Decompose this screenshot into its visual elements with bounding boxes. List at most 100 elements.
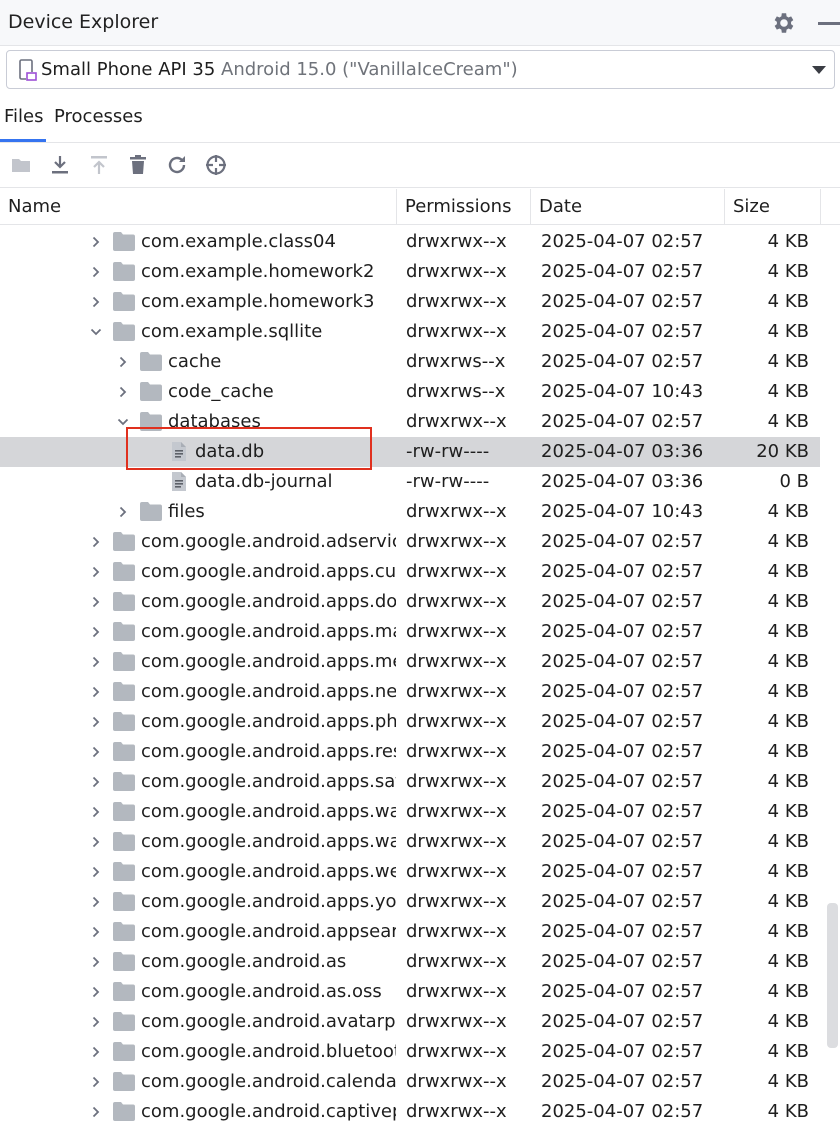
folder-row[interactable]: com.google.android.as.oss drwxrwx--x 2025-… <box>0 977 820 1007</box>
folder-icon <box>113 772 135 791</box>
file-row[interactable]: data.db-journal -rw-rw---- 2025-04-07 03:3… <box>0 467 820 497</box>
folder-row[interactable]: com.google.android.apps.safetyhub drwxrwx… <box>0 767 820 797</box>
upload-icon[interactable] <box>87 153 111 177</box>
folder-icon <box>113 892 135 911</box>
date-cell: 2025-04-07 02:57 <box>541 291 704 312</box>
file-name: data.db <box>195 441 265 462</box>
chevron-right-icon[interactable] <box>90 716 102 728</box>
folder-row[interactable]: com.google.android.apps.wellbeing drwxrwx… <box>0 857 820 887</box>
folder-row[interactable]: code_cache drwxrws--x 2025-04-07 10:43 4 KB <box>0 377 820 407</box>
chevron-right-icon[interactable] <box>90 986 102 998</box>
chevron-right-icon[interactable] <box>90 746 102 758</box>
size-cell: 4 KB <box>767 741 809 762</box>
chevron-right-icon[interactable] <box>90 686 102 698</box>
chevron-right-icon[interactable] <box>117 386 129 398</box>
size-cell: 4 KB <box>767 621 809 642</box>
chevron-right-icon[interactable] <box>90 626 102 638</box>
folder-row[interactable]: com.google.android.as drwxrwx--x 2025-04-0… <box>0 947 820 977</box>
chevron-right-icon[interactable] <box>90 896 102 908</box>
file-name: files <box>168 501 205 522</box>
folder-row[interactable]: com.google.android.adservices drwxrwx--x 2… <box>0 527 820 557</box>
file-name: com.google.android.adservices <box>141 531 396 552</box>
window-title: Device Explorer <box>8 11 159 33</box>
minimize-icon[interactable] <box>818 22 840 25</box>
folder-row[interactable]: com.example.sqllite drwxrwx--x 2025-04-07 … <box>0 317 820 347</box>
folder-row[interactable]: com.google.android.apps.walletnfcrel drwx… <box>0 827 820 857</box>
download-icon[interactable] <box>48 153 72 177</box>
chevron-right-icon[interactable] <box>90 1016 102 1028</box>
chevron-right-icon[interactable] <box>90 1076 102 1088</box>
folder-row[interactable]: com.google.android.apps.nexuslauncher drw… <box>0 677 820 707</box>
permissions-cell: drwxrwx--x <box>406 561 507 582</box>
folder-row[interactable]: cache drwxrws--x 2025-04-07 02:57 4 KB <box>0 347 820 377</box>
column-header-size[interactable]: Size <box>725 189 821 224</box>
chevron-right-icon[interactable] <box>90 266 102 278</box>
new-folder-icon[interactable] <box>10 153 34 177</box>
chevron-right-icon[interactable] <box>90 536 102 548</box>
chevron-right-icon[interactable] <box>90 776 102 788</box>
vertical-scrollbar[interactable] <box>827 903 838 1048</box>
tab-processes[interactable]: Processes <box>54 106 143 127</box>
permissions-cell: drwxrwx--x <box>406 1011 507 1032</box>
folder-row[interactable]: com.google.android.calendar drwxrwx--x 202… <box>0 1067 820 1097</box>
chevron-right-icon[interactable] <box>90 236 102 248</box>
folder-row[interactable]: com.google.android.bluetooth drwxrwx--x 20… <box>0 1037 820 1067</box>
chevron-right-icon[interactable] <box>90 296 102 308</box>
chevron-right-icon[interactable] <box>117 506 129 518</box>
size-cell: 4 KB <box>767 381 809 402</box>
permissions-cell: drwxrws--x <box>406 381 506 402</box>
device-selector[interactable]: Small Phone API 35 Android 15.0 ("Vanill… <box>6 50 835 89</box>
tab-files[interactable]: Files <box>4 106 44 127</box>
folder-row[interactable]: com.google.android.apps.docs drwxrwx--x 20… <box>0 587 820 617</box>
folder-icon <box>113 832 135 851</box>
column-header-name[interactable]: Name <box>0 189 397 224</box>
delete-icon[interactable] <box>126 153 150 177</box>
folder-row[interactable]: com.google.android.avatarpicker drwxrwx--… <box>0 1007 820 1037</box>
folder-row[interactable]: com.google.android.apps.wallpaper drwxrwx… <box>0 797 820 827</box>
permissions-cell: drwxrwx--x <box>406 681 507 702</box>
column-header-permissions[interactable]: Permissions <box>397 189 531 224</box>
permissions-cell: drwxrwx--x <box>406 711 507 732</box>
folder-row[interactable]: com.google.android.apps.youtube drwxrwx--… <box>0 887 820 917</box>
dropdown-arrow-icon[interactable] <box>811 65 827 75</box>
gear-icon[interactable] <box>770 10 796 36</box>
date-cell: 2025-04-07 02:57 <box>541 1071 704 1092</box>
chevron-down-icon[interactable] <box>117 416 129 428</box>
locate-icon[interactable] <box>204 153 228 177</box>
chevron-down-icon[interactable] <box>90 326 102 338</box>
chevron-right-icon[interactable] <box>90 566 102 578</box>
chevron-right-icon[interactable] <box>117 356 129 368</box>
permissions-cell: drwxrwx--x <box>406 1041 507 1062</box>
file-name: com.google.android.as.oss <box>141 981 382 1002</box>
folder-row[interactable]: com.google.android.apps.messaging drwxrwx… <box>0 647 820 677</box>
chevron-right-icon[interactable] <box>90 1046 102 1058</box>
chevron-right-icon[interactable] <box>90 926 102 938</box>
chevron-right-icon[interactable] <box>90 866 102 878</box>
chevron-right-icon[interactable] <box>90 656 102 668</box>
chevron-right-icon[interactable] <box>90 956 102 968</box>
folder-row[interactable]: com.google.android.captiveportallogin drw… <box>0 1097 820 1127</box>
folder-row[interactable]: com.google.android.apps.restore drwxrwx--… <box>0 737 820 767</box>
refresh-icon[interactable] <box>165 153 189 177</box>
folder-row[interactable]: files drwxrwx--x 2025-04-07 10:43 4 KB <box>0 497 820 527</box>
chevron-right-icon[interactable] <box>90 596 102 608</box>
size-cell: 4 KB <box>767 231 809 252</box>
folder-row[interactable]: com.google.android.apps.photos drwxrwx--x… <box>0 707 820 737</box>
chevron-right-icon[interactable] <box>90 836 102 848</box>
folder-row[interactable]: com.example.class04 drwxrwx--x 2025-04-07 … <box>0 227 820 257</box>
folder-row[interactable]: com.google.android.appsearch drwxrwx--x 20… <box>0 917 820 947</box>
permissions-cell: drwxrwx--x <box>406 531 507 552</box>
chevron-right-icon[interactable] <box>90 806 102 818</box>
folder-icon <box>113 262 135 281</box>
permissions-cell: drwxrwx--x <box>406 891 507 912</box>
folder-row[interactable]: com.example.homework2 drwxrwx--x 2025-04-0… <box>0 257 820 287</box>
folder-row[interactable]: databases drwxrwx--x 2025-04-07 02:57 4 KB <box>0 407 820 437</box>
date-cell: 2025-04-07 02:57 <box>541 741 704 762</box>
chevron-right-icon[interactable] <box>90 1106 102 1118</box>
folder-row[interactable]: com.example.homework3 drwxrwx--x 2025-04-0… <box>0 287 820 317</box>
column-header-date[interactable]: Date <box>531 189 725 224</box>
folder-row[interactable]: com.google.android.apps.customization drw… <box>0 557 820 587</box>
folder-row[interactable]: com.google.android.apps.maps drwxrwx--x 20… <box>0 617 820 647</box>
folder-icon <box>113 322 135 341</box>
file-row[interactable]: data.db -rw-rw---- 2025-04-07 03:36 20 KB <box>0 437 820 467</box>
